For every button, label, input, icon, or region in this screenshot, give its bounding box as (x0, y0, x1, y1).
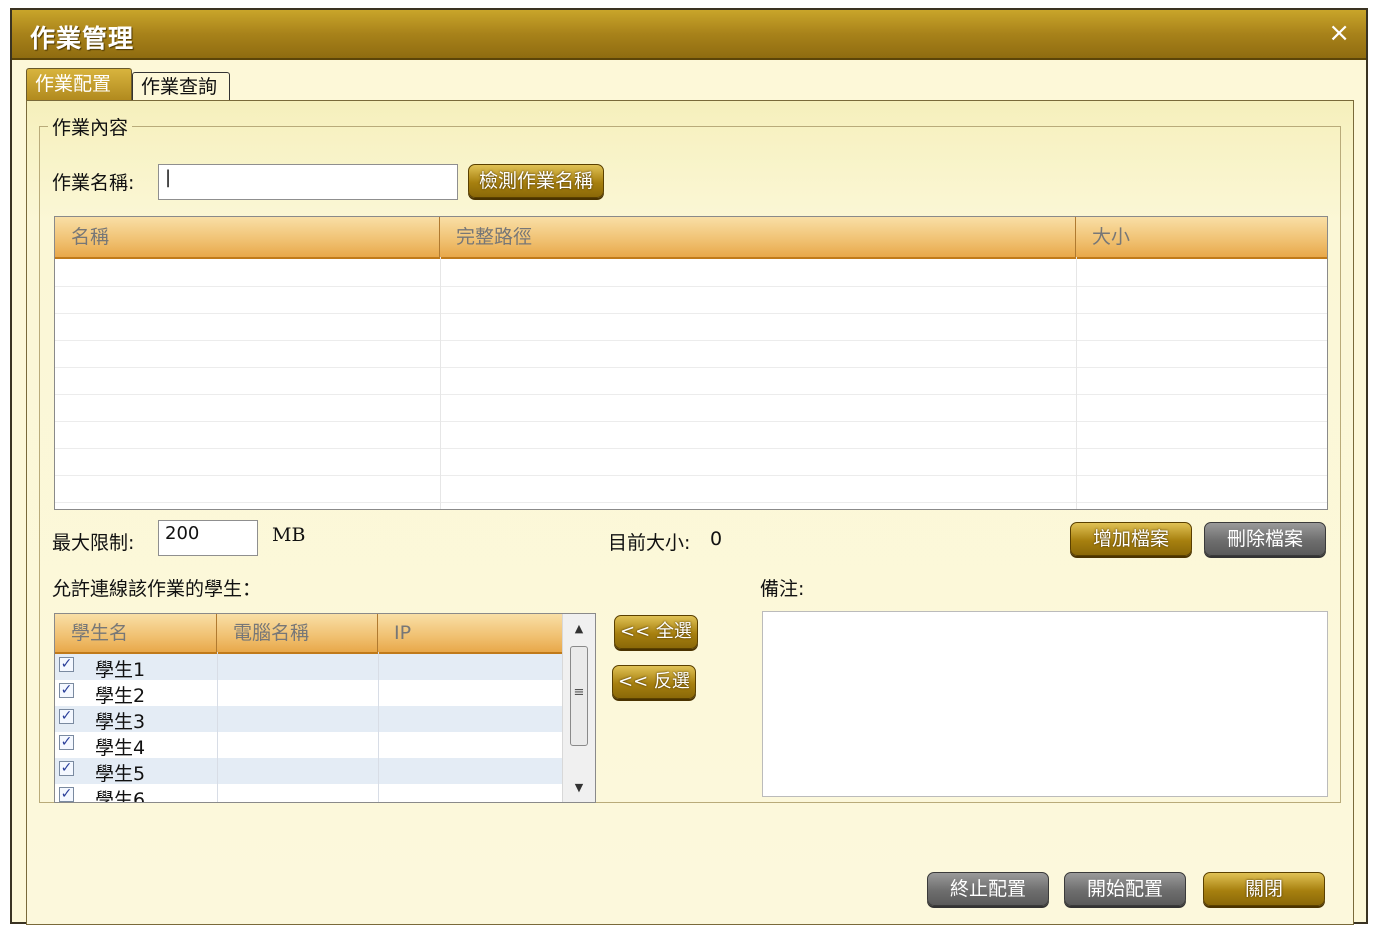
current-size-label: 目前大小: (608, 532, 691, 554)
table-row[interactable]: ✓ 學生5 (55, 758, 563, 785)
student-name: 學生3 (95, 711, 146, 733)
student-checkbox[interactable]: ✓ (59, 709, 74, 724)
invert-selection-button[interactable]: << 反選 (612, 665, 696, 699)
column-divider (217, 652, 218, 802)
column-header-name[interactable]: 名稱 (55, 217, 440, 257)
student-checkbox[interactable]: ✓ (59, 657, 74, 672)
table-row[interactable]: ✓ 學生6 (55, 784, 563, 803)
current-size-value: 0 (710, 528, 723, 550)
table-row (55, 286, 1327, 314)
delete-file-button[interactable]: 刪除檔案 (1204, 522, 1326, 556)
student-name: 學生2 (95, 685, 146, 707)
max-limit-input[interactable]: 200 (158, 520, 258, 556)
stop-config-button[interactable]: 終止配置 (927, 872, 1049, 906)
column-divider (378, 652, 379, 802)
scroll-down-icon[interactable]: ▼ (563, 781, 595, 794)
table-row (55, 475, 1327, 503)
student-table: 學生名 電腦名稱 IP ✓ 學生1 ✓ 學生2 ✓ 學生3 ✓ 學生4 ✓ 學生… (54, 613, 596, 803)
tab-homework-config[interactable]: 作業配置 (26, 68, 132, 100)
column-divider (440, 257, 441, 509)
student-name: 學生1 (95, 659, 146, 681)
notes-label: 備注: (760, 578, 805, 600)
homework-manager-window: 作業管理 × 作業配置 作業查詢 作業內容 作業名稱: | 檢測作業名稱 名稱 … (10, 8, 1368, 925)
notes-textarea[interactable] (762, 611, 1328, 797)
max-limit-label: 最大限制: (52, 532, 135, 554)
column-header-student-name[interactable]: 學生名 (55, 614, 217, 652)
tab-homework-query[interactable]: 作業查詢 (132, 72, 230, 100)
title-bar: 作業管理 × (12, 10, 1366, 60)
student-checkbox[interactable]: ✓ (59, 735, 74, 750)
scroll-up-icon[interactable]: ▲ (563, 622, 595, 635)
student-name: 學生4 (95, 737, 146, 759)
student-list-scrollbar[interactable]: ▲ ≡ ▼ (562, 614, 595, 802)
start-config-button[interactable]: 開始配置 (1064, 872, 1186, 906)
table-row (55, 340, 1327, 368)
student-name: 學生6 (95, 789, 146, 803)
column-divider (1076, 257, 1077, 509)
close-button[interactable]: 關閉 (1203, 872, 1325, 906)
student-checkbox[interactable]: ✓ (59, 683, 74, 698)
window-body: 作業配置 作業查詢 作業內容 作業名稱: | 檢測作業名稱 名稱 完整路徑 大小 (12, 60, 1366, 925)
table-row (55, 448, 1327, 476)
table-row[interactable]: ✓ 學生1 (55, 654, 563, 681)
homework-content-group: 作業內容 作業名稱: | 檢測作業名稱 名稱 完整路徑 大小 最大限制: 200… (39, 113, 1341, 803)
column-header-computer-name[interactable]: 電腦名稱 (217, 614, 378, 652)
file-table: 名稱 完整路徑 大小 (54, 216, 1328, 510)
table-row (55, 394, 1327, 422)
table-row (55, 421, 1327, 449)
column-header-path[interactable]: 完整路徑 (440, 217, 1076, 257)
table-row (55, 259, 1327, 287)
student-checkbox[interactable]: ✓ (59, 787, 74, 802)
max-limit-unit: MB (272, 524, 306, 546)
check-name-button[interactable]: 檢測作業名稱 (468, 164, 604, 198)
homework-name-input[interactable]: | (158, 164, 458, 200)
table-row[interactable]: ✓ 學生4 (55, 732, 563, 759)
group-legend: 作業內容 (52, 117, 129, 139)
allowed-students-label: 允許連線該作業的學生： (52, 578, 262, 600)
file-table-header: 名稱 完整路徑 大小 (55, 217, 1327, 259)
close-icon[interactable]: × (1328, 18, 1350, 48)
student-checkbox[interactable]: ✓ (59, 761, 74, 776)
table-row (55, 367, 1327, 395)
tab-page-config: 作業內容 作業名稱: | 檢測作業名稱 名稱 完整路徑 大小 最大限制: 200… (26, 100, 1354, 925)
homework-name-label: 作業名稱: (52, 172, 135, 194)
table-row[interactable]: ✓ 學生2 (55, 680, 563, 707)
add-file-button[interactable]: 增加檔案 (1070, 522, 1192, 556)
table-row[interactable]: ✓ 學生3 (55, 706, 563, 733)
scrollbar-thumb[interactable]: ≡ (570, 646, 588, 746)
student-table-header: 學生名 電腦名稱 IP (55, 614, 563, 654)
column-header-size[interactable]: 大小 (1076, 217, 1327, 257)
student-name: 學生5 (95, 763, 146, 785)
grip-icon: ≡ (573, 685, 585, 700)
select-all-button[interactable]: << 全選 (614, 615, 698, 649)
window-title: 作業管理 (30, 24, 135, 53)
column-header-ip[interactable]: IP (378, 614, 563, 652)
table-row (55, 313, 1327, 341)
